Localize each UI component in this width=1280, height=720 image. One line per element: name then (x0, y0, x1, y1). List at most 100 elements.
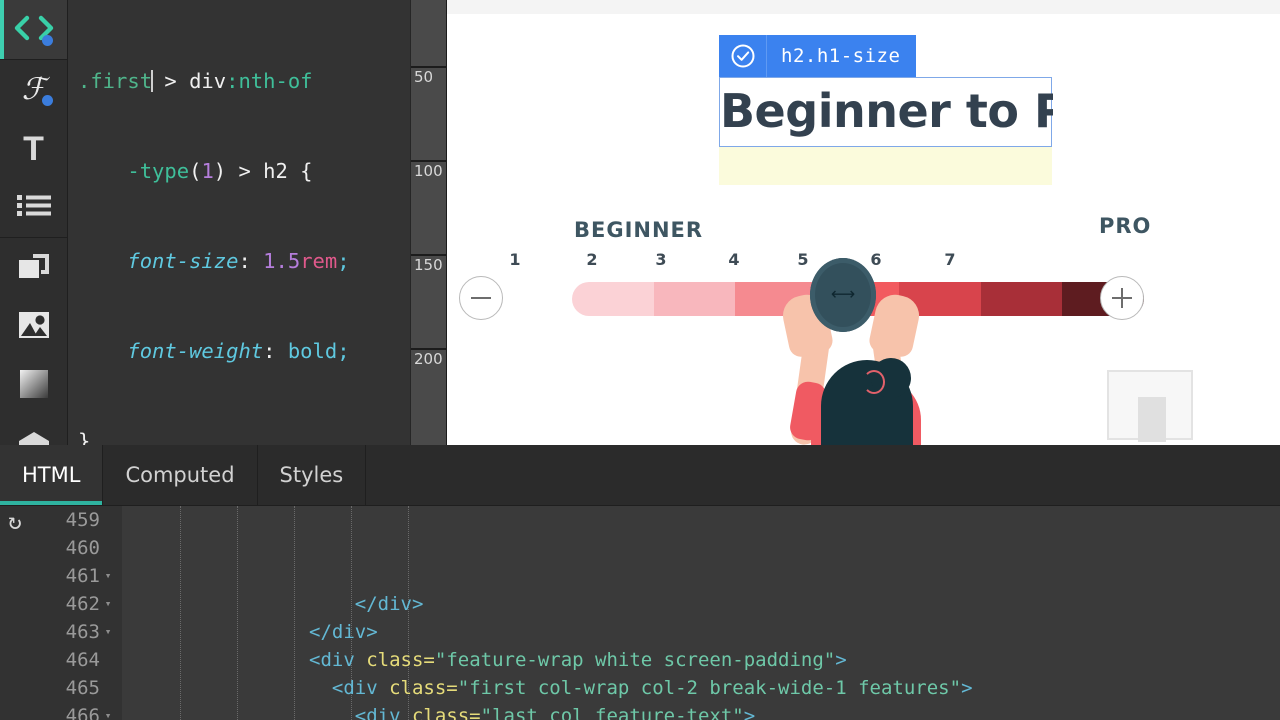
sidebar-item-code[interactable] (0, 0, 67, 59)
tool-rail: ℱ T (0, 0, 68, 445)
code-token-attr: class= (412, 705, 481, 720)
slider-knob[interactable]: ⟷ (810, 258, 876, 332)
rail-group-3 (0, 238, 67, 475)
preview-top-strip (447, 0, 1280, 14)
top-row: ℱ T (0, 0, 1280, 445)
ruler-tick-200: 200 (411, 348, 447, 368)
app-root: ℱ T (0, 0, 1280, 720)
sidebar-item-image[interactable] (0, 297, 67, 356)
code-token-tag: <div (332, 677, 389, 699)
tab-html[interactable]: HTML (0, 445, 103, 505)
gradient-segment-2[interactable] (654, 282, 736, 316)
code-token-tag: > (961, 677, 972, 699)
code-line-459[interactable]: </div> (122, 590, 1280, 618)
selection-badge[interactable]: h2.h1-size (719, 35, 916, 77)
css-semicolon-1: ; (337, 249, 349, 273)
css-paren-close: ) (214, 159, 239, 183)
code-token-str: "first col-wrap col-2 break-wide-1 featu… (458, 677, 961, 699)
tab-styles[interactable]: Styles (258, 445, 367, 505)
code-token-tag: > (744, 705, 755, 720)
increment-button[interactable] (1100, 276, 1144, 320)
gradient-segment-6[interactable] (981, 282, 1063, 316)
css-selector-child: > h2 { (238, 159, 312, 183)
scale-number-3[interactable]: 3 (655, 250, 666, 269)
scale-number-2[interactable]: 2 (586, 250, 597, 269)
code-line-463[interactable]: <div class="last col feature-text"> (122, 702, 1280, 720)
css-line-3: font-size: 1.5rem; (78, 246, 410, 276)
css-value-number: 1.5 (263, 249, 300, 273)
code-token-attr: class= (389, 677, 458, 699)
code-line-462[interactable]: <div class="first col-wrap col-2 break-w… (122, 674, 1280, 702)
code-status-dot (42, 35, 53, 46)
devtools-panel: HTML Computed Styles ↻ 459460461▾462▾463▾4… (0, 445, 1280, 720)
slider-illustration: BEGINNER PRO 1234567 (447, 190, 1280, 445)
code-token-tag: > (835, 649, 846, 671)
scale-label-pro: PRO (1099, 214, 1151, 238)
ruler-tick-50: 50 (411, 66, 447, 86)
css-colon-2: : (263, 339, 288, 363)
css-line-2: -type(1) > h2 { (78, 156, 410, 186)
fold-arrow-icon[interactable]: ▾ (100, 590, 116, 618)
ruler-tick-100: 100 (411, 160, 447, 180)
fold-arrow-icon[interactable]: ▾ (100, 562, 116, 590)
selected-element-outline[interactable]: Beginner to Pro (719, 77, 1052, 147)
css-selector-pseudo: :nth-of (226, 69, 312, 93)
gradient-segment-1[interactable] (572, 282, 654, 316)
line-number-gutter: ↻ 459460461▾462▾463▾464465466▾ (0, 506, 122, 720)
gradient-icon (19, 369, 49, 402)
scale-number-4[interactable]: 4 (728, 250, 739, 269)
css-editor[interactable]: .first > div:nth-of -type(1) > h2 { font… (68, 0, 411, 445)
gutter-line-466: 466▾ (0, 702, 122, 720)
css-selector-class: .first (78, 69, 152, 93)
css-selector-tag: div (189, 69, 226, 93)
page-heading: Beginner to Pro (720, 74, 1053, 148)
css-close-brace: } (78, 429, 90, 445)
image-icon (18, 310, 50, 343)
code-token-attr: class= (366, 649, 435, 671)
sidebar-item-text[interactable]: T (0, 119, 67, 178)
css-pseudo-arg: 1 (201, 159, 213, 183)
gutter-line-460: 460 (0, 534, 122, 562)
code-token-tag: <div (355, 705, 412, 720)
sidebar-item-layers[interactable] (0, 238, 67, 297)
sidebar-item-gradient[interactable] (0, 356, 67, 415)
preview-canvas[interactable]: h2.h1-size Beginner to Pro BEGINNER PRO … (447, 0, 1280, 445)
rail-group-1 (0, 0, 67, 60)
scale-number-1[interactable]: 1 (509, 250, 520, 269)
css-line-5: } (78, 426, 410, 445)
check-circle-icon (719, 35, 767, 77)
tab-label: Styles (280, 463, 344, 487)
code-content[interactable]: </div> </div> <div class="feature-wrap w… (122, 506, 1280, 720)
css-line-4: font-weight: bold; (78, 336, 410, 366)
gutter-line-462: 462▾ (0, 590, 122, 618)
text-icon: T (23, 132, 44, 166)
ruler-tick-150: 150 (411, 254, 447, 274)
fold-arrow-icon[interactable]: ▾ (100, 702, 116, 720)
gutter-line-463: 463▾ (0, 618, 122, 646)
right-hand (867, 291, 923, 359)
resize-horizontal-icon: ⟷ (831, 287, 855, 304)
html-source-viewer[interactable]: ↻ 459460461▾462▾463▾464465466▾ </div> </… (0, 506, 1280, 720)
code-token-str: "feature-wrap white screen-padding" (435, 649, 835, 671)
minus-icon (471, 297, 491, 299)
line-number: 461 (56, 562, 100, 590)
indent (126, 677, 332, 699)
hair-tie (863, 370, 885, 394)
sidebar-item-font[interactable]: ℱ (0, 60, 67, 119)
refresh-icon[interactable]: ↻ (8, 511, 22, 534)
list-icon (16, 193, 52, 222)
tab-computed[interactable]: Computed (103, 445, 257, 505)
css-combinator: > (152, 69, 189, 93)
css-semicolon-2: ; (337, 339, 349, 363)
css-property-font-size: font-size (127, 249, 238, 273)
code-line-460[interactable]: </div> (122, 618, 1280, 646)
fold-arrow-icon[interactable]: ▾ (100, 618, 116, 646)
code-line-461[interactable]: <div class="feature-wrap white screen-pa… (122, 646, 1280, 674)
decrement-button[interactable] (459, 276, 503, 320)
css-value-bold: bold (288, 339, 337, 363)
scale-label-beginner: BEGINNER (574, 218, 703, 242)
table-illustration (1107, 370, 1193, 440)
tab-label: HTML (22, 463, 80, 487)
gutter-line-464: 464 (0, 646, 122, 674)
sidebar-item-list[interactable] (0, 178, 67, 237)
